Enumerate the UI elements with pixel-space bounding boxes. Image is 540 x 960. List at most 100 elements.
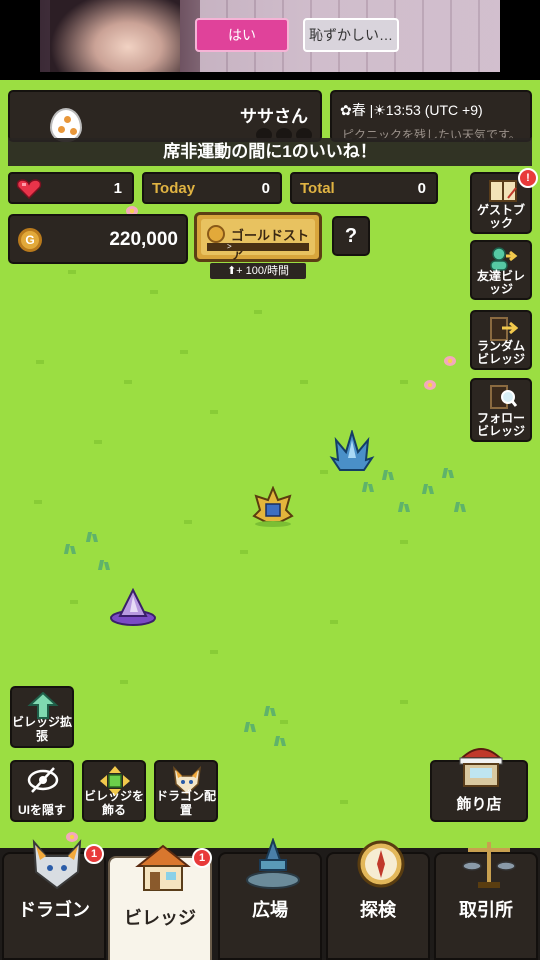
grass-tuft (210, 410, 218, 414)
grass-tuft (150, 290, 158, 294)
grass-tuft (210, 650, 218, 654)
today-value: 0 (261, 180, 270, 197)
grass-sprout (440, 466, 456, 478)
grass-sprout (396, 500, 412, 512)
house-icon (135, 844, 191, 891)
grass-tuft (120, 680, 128, 684)
grass-sprout (242, 720, 258, 732)
grass-sprout (380, 468, 396, 480)
decoration-shop-label: 飾り店 (456, 796, 502, 813)
grass-tuft (94, 440, 102, 444)
grass-sprout (452, 500, 468, 512)
grass-sprout (360, 480, 376, 492)
grass-sprout (84, 530, 100, 542)
ad-no-button[interactable]: 恥ずかしい… (303, 18, 399, 52)
grass-sprout (420, 482, 436, 494)
grass-tuft (300, 380, 308, 384)
random-village-label: ランダムビレッジ (476, 339, 525, 366)
grass-tuft (70, 600, 78, 604)
gold-rate: ⬆+ 100/時間 (210, 263, 306, 279)
likes-count: 1 (113, 180, 122, 197)
grass-tuft (400, 700, 408, 704)
gold-coin-icon (207, 225, 225, 243)
hide-ui-button[interactable]: UIを隠す (10, 760, 74, 822)
tab-plaza[interactable]: 広場 (218, 838, 322, 960)
hide-ui-label: UIを隠す (17, 803, 66, 817)
gold-store-face: ゴールドストア > (201, 219, 315, 262)
place-dragon-button[interactable]: ドラゴン配置 (154, 760, 218, 822)
tab-village-label: ビレッジ (124, 908, 196, 928)
guestbook-alert-badge: ! (518, 168, 538, 188)
likes-stat: 1 (8, 172, 134, 204)
grass-tuft (340, 800, 348, 804)
tab-dragon[interactable]: ドラゴン 1 (2, 839, 106, 960)
ad-yes-button[interactable]: はい (195, 18, 289, 52)
guestbook-label: ゲストブック (476, 203, 525, 230)
gold-amount: 220,000 (109, 229, 178, 250)
decoration-shop-button[interactable]: 飾り店 (430, 748, 528, 822)
eye-hidden-icon (27, 767, 59, 793)
grass-sprout (262, 704, 278, 716)
scales-icon (462, 842, 516, 888)
tab-exchange[interactable]: 取引所 (434, 842, 538, 960)
grass-sprout (62, 542, 78, 554)
today-label: Today (152, 180, 196, 197)
grass-tuft (400, 540, 408, 544)
decorate-village-label: ビレッジを飾る (84, 789, 145, 817)
follow-village-label: フォロービレッジ (476, 411, 525, 438)
friend-village-label: 友達ビレッジ (476, 269, 525, 296)
today-stat: Today 0 (142, 172, 282, 204)
decorate-village-button[interactable]: ビレッジを飾る (82, 760, 146, 822)
ad-image[interactable]: はい 恥ずかしい… (40, 0, 500, 72)
weather-time: ✿春 |☀13:53 (UTC +9) (340, 102, 483, 118)
tab-village[interactable]: ビレッジ 1 (108, 844, 212, 960)
ad-banner[interactable]: はい 恥ずかしい… (0, 0, 540, 80)
like-notice: 席非運動の間に1のいいね！ (8, 138, 532, 166)
tab-village-badge: 1 (192, 848, 212, 868)
fountain-icon (246, 838, 300, 889)
grass-tuft (184, 520, 192, 524)
gold-panel: G 220,000 (8, 214, 188, 264)
follow-village-button[interactable]: フォロービレッジ (470, 378, 532, 442)
guestbook-button[interactable]: ゲストブック ! (470, 168, 538, 234)
grass-tuft (68, 270, 76, 274)
shop-stall-icon (459, 748, 503, 787)
dragon-head-icon (32, 839, 82, 890)
random-village-button[interactable]: ランダムビレッジ (470, 310, 532, 370)
grass-tuft (400, 380, 408, 384)
profile-panel[interactable]: ササさん (8, 90, 322, 142)
egg-icon (50, 108, 82, 142)
friend-village-button[interactable]: 友達ビレッジ (470, 240, 532, 300)
tab-dragon-badge: 1 (84, 844, 104, 864)
grass-tuft (34, 500, 42, 504)
tab-exchange-label: 取引所 (459, 900, 513, 920)
gold-crown-dragon[interactable] (250, 486, 296, 528)
tab-plaza-label: 広場 (252, 900, 288, 920)
total-stat: Total 0 (290, 172, 438, 204)
tab-dragon-label: ドラゴン (18, 900, 90, 920)
village-expand-label: ビレッジ拡張 (12, 715, 73, 743)
tab-explore[interactable]: 探検 (326, 840, 430, 960)
blue-crystal-dragon[interactable] (328, 430, 376, 474)
grass-tuft (320, 470, 328, 474)
grass-tuft (254, 310, 262, 314)
help-button[interactable]: ? (332, 216, 370, 256)
total-label: Total (300, 180, 335, 197)
village-expand-button[interactable]: ビレッジ拡張 (10, 686, 74, 748)
grass-sprout (96, 558, 112, 570)
gold-coin-icon: G (18, 228, 42, 252)
compass-icon (357, 840, 405, 888)
purple-egg-dragon[interactable] (108, 588, 158, 628)
place-dragon-label: ドラゴン配置 (156, 789, 217, 817)
tab-explore-label: 探検 (360, 900, 396, 920)
player-name: ササさん (240, 107, 308, 126)
grass-tuft (280, 720, 288, 724)
follow-village-icon (490, 385, 518, 409)
flower (444, 356, 456, 366)
grass-tuft (180, 350, 188, 354)
gold-store-arrow: > (207, 243, 309, 251)
gold-store-button[interactable]: ゴールドストア > (194, 212, 322, 262)
total-value: 0 (417, 180, 426, 197)
weather-panel[interactable]: ✿春 |☀13:53 (UTC +9) ピクニックを残したい天気です。 (330, 90, 532, 142)
grass-tuft (240, 550, 248, 554)
